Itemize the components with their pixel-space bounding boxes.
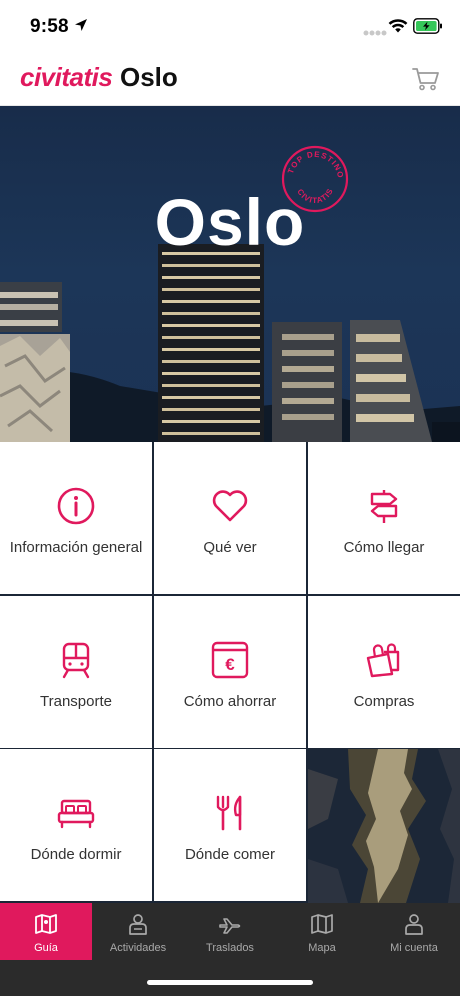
heart-icon	[212, 490, 248, 522]
signpost-icon	[370, 490, 398, 523]
home-indicator[interactable]	[147, 980, 313, 985]
map-outline-icon	[311, 914, 333, 934]
guide-person-icon	[129, 914, 147, 935]
tile-label: Dónde dormir	[30, 846, 122, 863]
tile-label: Qué ver	[203, 539, 257, 556]
tab-label: Guía	[34, 942, 58, 954]
svg-text:€: €	[225, 655, 235, 674]
tile-label: Transporte	[40, 693, 112, 710]
hero-title: Oslo	[154, 185, 306, 259]
tab-label: Mapa	[308, 942, 336, 954]
tile-como-llegar[interactable]: Cómo llegar	[308, 442, 460, 594]
cart-icon[interactable]	[412, 66, 440, 92]
page-title: Oslo	[120, 62, 178, 92]
app-header: civitatis Oslo	[0, 56, 460, 106]
badge-top-text: TOP DESTINOS	[280, 144, 344, 179]
status-bar: 9:58	[0, 0, 460, 56]
status-time: 9:58	[30, 16, 69, 37]
shopping-bags-icon	[366, 643, 400, 678]
tab-mi-cuenta[interactable]: Mi cuenta	[368, 903, 460, 960]
svg-text:TOP DESTINOS: TOP DESTINOS	[280, 144, 345, 179]
tile-donde-dormir[interactable]: Dónde dormir	[0, 749, 152, 901]
tab-label: Mi cuenta	[390, 942, 438, 954]
tile-donde-comer[interactable]: Dónde comer	[154, 749, 306, 901]
tile-que-ver[interactable]: Qué ver	[154, 442, 306, 594]
tile-label: Cómo ahorrar	[183, 693, 277, 710]
signal-dots-icon	[363, 30, 387, 36]
brand-logo[interactable]: civitatis	[20, 62, 113, 93]
tile-como-ahorrar[interactable]: € Cómo ahorrar	[154, 596, 306, 748]
tile-label: Cómo llegar	[343, 539, 425, 556]
battery-charging-icon	[413, 18, 442, 34]
hero-banner: Oslo TOP DESTINOS CIVITATIS	[0, 106, 460, 442]
tab-label: Traslados	[206, 942, 254, 954]
tab-label: Actividades	[109, 942, 167, 954]
wifi-icon	[388, 19, 408, 33]
tile-label: Compras	[353, 693, 415, 710]
top-destinos-badge: TOP DESTINOS CIVITATIS	[280, 144, 349, 213]
tab-mapa[interactable]: Mapa	[276, 903, 368, 960]
plane-icon	[219, 918, 241, 934]
tile-label: Información general	[9, 539, 143, 556]
info-icon	[57, 487, 95, 525]
water-reflection-image	[308, 749, 460, 903]
cutlery-icon	[216, 795, 242, 831]
svg-text:CIVITATIS: CIVITATIS	[295, 187, 335, 205]
tile-compras[interactable]: Compras	[308, 596, 460, 748]
map-icon	[35, 914, 57, 934]
user-icon	[405, 914, 423, 935]
tile-informacion-general[interactable]: Información general	[0, 442, 152, 594]
badge-bottom-text: CIVITATIS	[295, 187, 334, 205]
tab-guia[interactable]: Guía	[0, 903, 92, 960]
tab-traslados[interactable]: Traslados	[184, 903, 276, 960]
bed-icon	[57, 799, 95, 829]
euro-wallet-icon: €	[211, 641, 249, 679]
tab-actividades[interactable]: Actividades	[92, 903, 184, 960]
tile-transporte[interactable]: Transporte	[0, 596, 152, 748]
location-arrow-icon	[75, 19, 87, 31]
city-skyline-image	[0, 244, 460, 442]
tile-label: Dónde comer	[184, 846, 276, 863]
train-icon	[62, 642, 90, 679]
